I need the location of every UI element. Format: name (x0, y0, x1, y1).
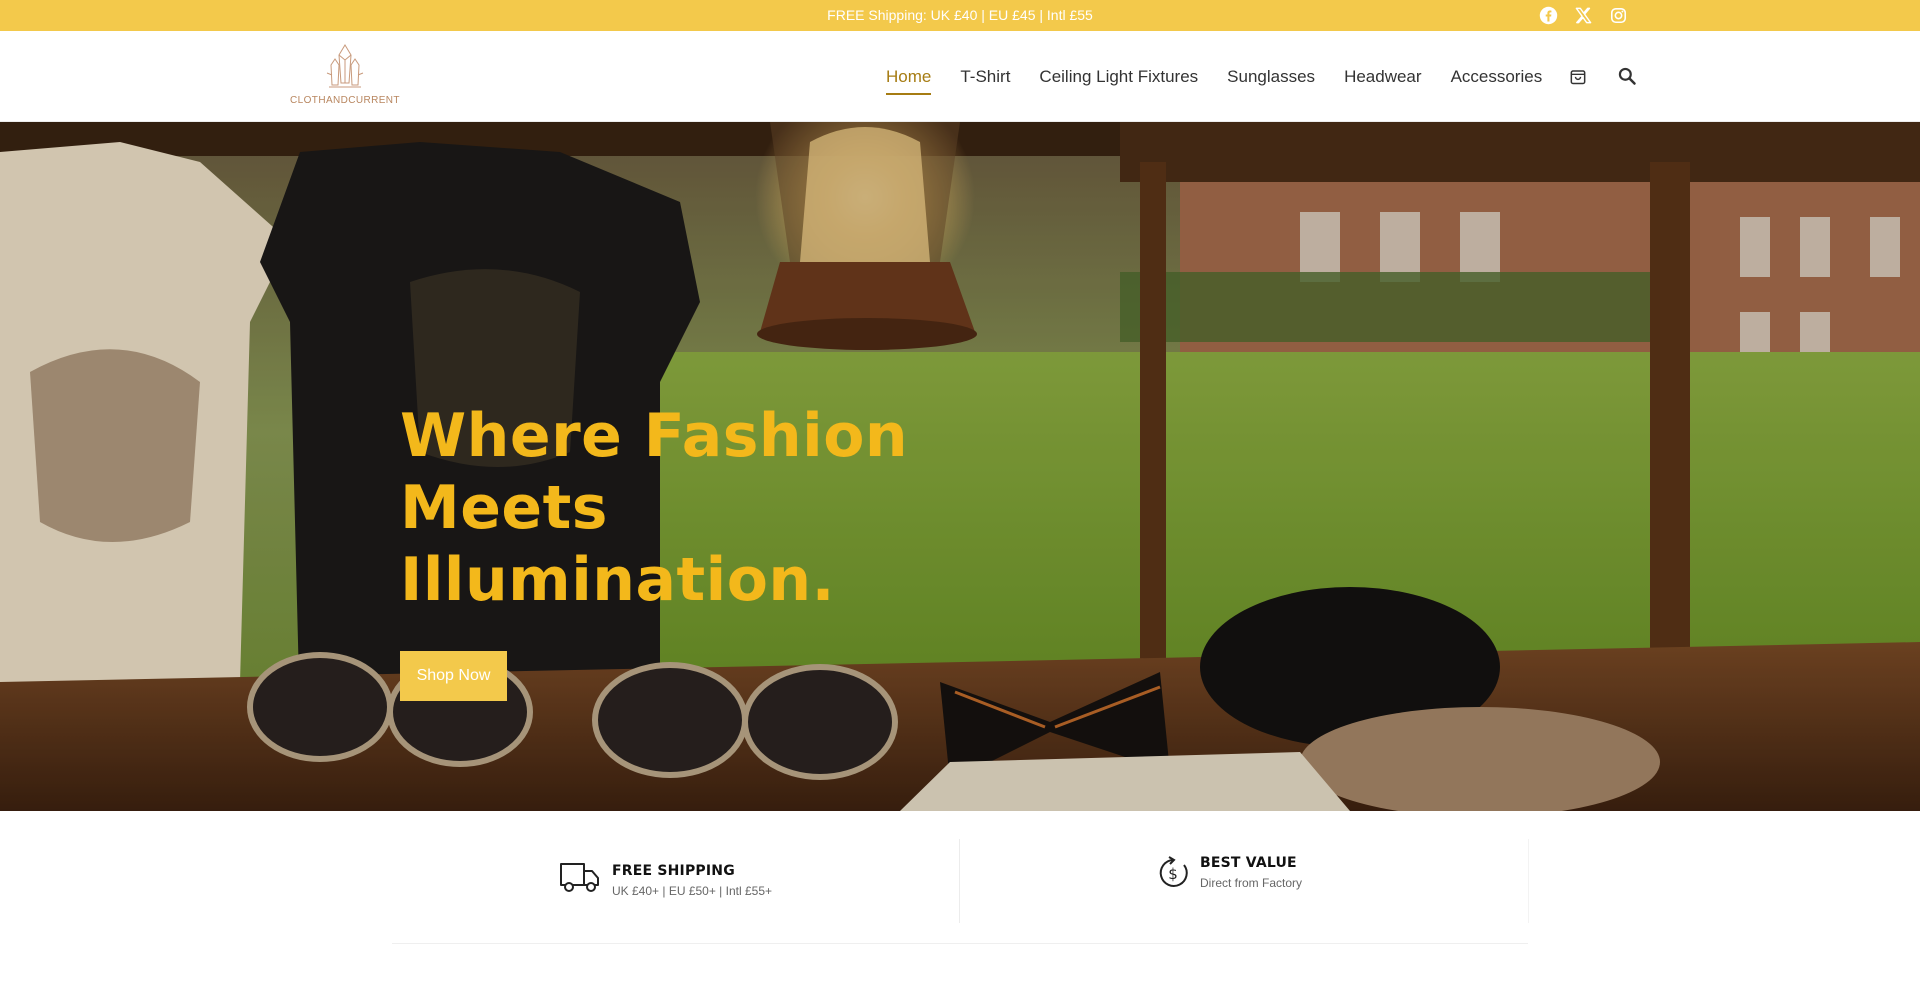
hero-headline-line-3: Illumination. (400, 545, 835, 615)
nav-sunglasses[interactable]: Sunglasses (1227, 67, 1315, 87)
feature-divider (1528, 839, 1529, 923)
nav-accessories[interactable]: Accessories (1451, 67, 1543, 87)
nav-t-shirt[interactable]: T-Shirt (960, 67, 1010, 87)
nav-headwear[interactable]: Headwear (1344, 67, 1422, 87)
features-strip: FREE SHIPPING UK £40+ | EU £50+ | Intl £… (0, 811, 1920, 993)
instagram-icon[interactable] (1609, 6, 1628, 25)
crystal-logo-icon (326, 44, 364, 88)
logo-text: CLOTHANDCURRENT (290, 95, 400, 106)
feature-divider (959, 839, 960, 923)
feature-free-shipping: FREE SHIPPING UK £40+ | EU £50+ | Intl £… (558, 859, 772, 898)
announcement-bar: FREE Shipping: UK £40 | EU £45 | Intl £5… (0, 0, 1920, 31)
x-twitter-icon[interactable] (1574, 6, 1593, 25)
delivery-truck-icon (558, 859, 602, 895)
hero-background-image (0, 122, 1920, 811)
search-icon[interactable] (1617, 66, 1637, 86)
feature-subtitle: UK £40+ | EU £50+ | Intl £55+ (612, 884, 773, 898)
feature-subtitle: Direct from Factory (1200, 876, 1303, 890)
shop-now-button[interactable]: Shop Now (400, 651, 507, 701)
shopping-bag-icon[interactable] (1568, 66, 1588, 86)
social-links (1539, 6, 1628, 25)
nav-home[interactable]: Home (886, 67, 932, 95)
feature-title: FREE SHIPPING (612, 863, 735, 879)
svg-text:$: $ (1168, 865, 1178, 883)
feature-title: BEST VALUE (1200, 855, 1297, 871)
facebook-icon[interactable] (1539, 6, 1558, 25)
hero-headline-line-1: Where Fashion (400, 401, 909, 471)
site-logo[interactable]: CLOTHANDCURRENT (290, 43, 400, 109)
site-header: CLOTHANDCURRENT Home T-Shirt Ceiling Lig… (0, 31, 1920, 122)
section-divider (392, 943, 1528, 944)
hero-headline-line-2: Meets (400, 473, 608, 543)
hero-banner: Where Fashion Meets Illumination. Shop N… (0, 122, 1920, 811)
nav-ceiling-light-fixtures[interactable]: Ceiling Light Fixtures (1039, 67, 1198, 87)
feature-best-value: $ BEST VALUE Direct from Factory (1156, 855, 1302, 891)
main-navigation: Home T-Shirt Ceiling Light Fixtures Sung… (886, 31, 1571, 122)
dollar-cycle-icon: $ (1156, 855, 1190, 891)
shipping-announcement: FREE Shipping: UK £40 | EU £45 | Intl £5… (827, 7, 1093, 23)
hero-headline: Where Fashion Meets Illumination. (400, 400, 960, 616)
